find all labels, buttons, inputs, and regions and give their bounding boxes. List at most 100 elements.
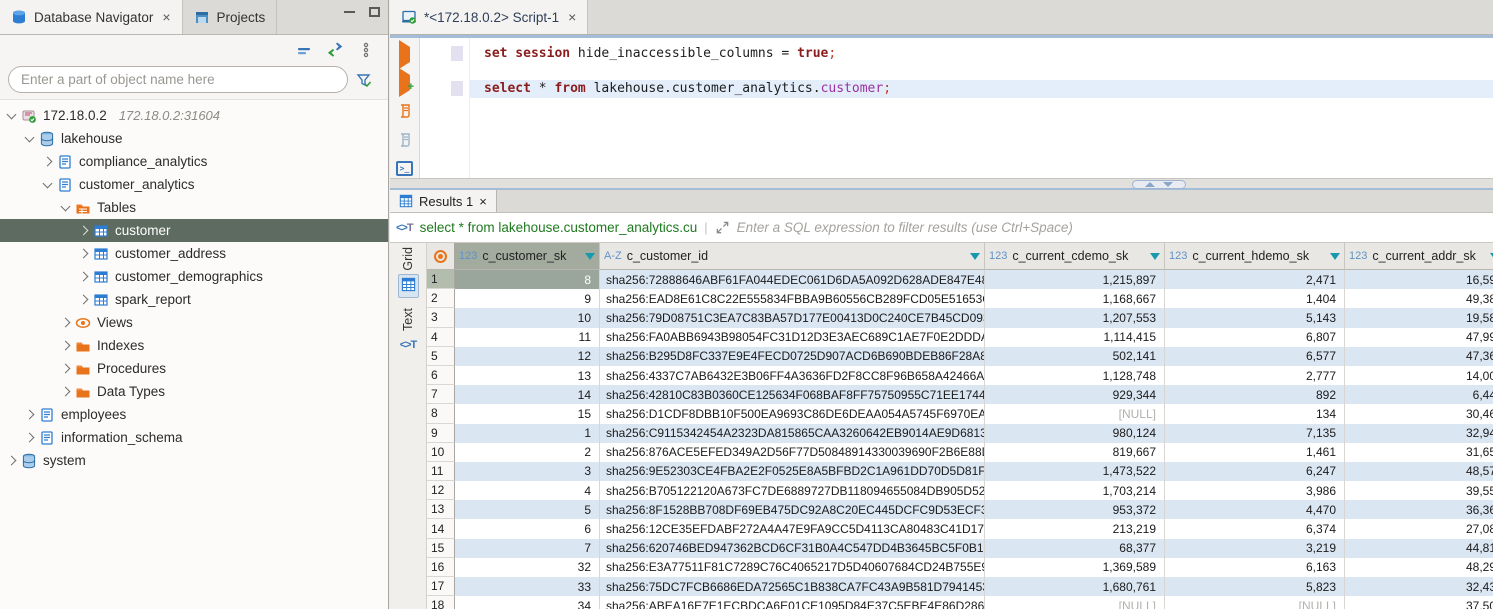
sql-code-area[interactable]: set session hide_inaccessible_columns = …	[470, 38, 1493, 178]
cell-c_customer_id[interactable]: sha256:ABEA16E7E1ECBDCA6E01CE1095D84E37C…	[600, 596, 985, 609]
cell-c_customer_sk[interactable]: 14	[455, 385, 600, 404]
cell-c_current_addr_sk[interactable]: 37,50	[1345, 596, 1493, 609]
cell-c_current_hdemo_sk[interactable]: 4,470	[1165, 500, 1345, 519]
tree-item-172-18-0-2[interactable]: 172.18.0.2172.18.0.2:31604	[0, 104, 388, 127]
results-filter-input[interactable]: Enter a SQL expression to filter results…	[737, 220, 1073, 235]
tab-results-1[interactable]: Results 1 ×	[390, 190, 497, 212]
cell-c_customer_id[interactable]: sha256:8F1528BB708DF69EB475DC92A8C20EC44…	[600, 500, 985, 519]
row-number[interactable]: 6	[427, 366, 455, 385]
cell-c_customer_sk[interactable]: 13	[455, 366, 600, 385]
cell-c_current_hdemo_sk[interactable]: 6,807	[1165, 328, 1345, 347]
cell-c_current_hdemo_sk[interactable]: [NULL]	[1165, 596, 1345, 609]
collapse-all-icon[interactable]	[296, 42, 312, 58]
expand-filter-icon[interactable]	[715, 220, 730, 235]
chevron-right-icon[interactable]	[61, 318, 71, 328]
cell-c_current_addr_sk[interactable]: 48,57	[1345, 462, 1493, 481]
object-filter-input[interactable]	[8, 66, 348, 93]
row-number[interactable]: 7	[427, 385, 455, 404]
chevron-right-icon[interactable]	[7, 456, 17, 466]
cell-c_current_cdemo_sk[interactable]: 929,344	[985, 385, 1165, 404]
cell-c_customer_sk[interactable]: 9	[455, 289, 600, 308]
chevron-right-icon[interactable]	[79, 249, 89, 259]
chevron-down-icon[interactable]	[61, 201, 71, 211]
collapse-up-icon[interactable]	[1145, 182, 1155, 187]
cell-c_current_hdemo_sk[interactable]: 6,577	[1165, 347, 1345, 366]
cell-c_current_hdemo_sk[interactable]: 2,471	[1165, 270, 1345, 289]
cell-c_current_cdemo_sk[interactable]: 1,369,589	[985, 558, 1165, 577]
cell-c_current_addr_sk[interactable]: 32,94	[1345, 424, 1493, 443]
cell-c_customer_sk[interactable]: 6	[455, 519, 600, 538]
cell-c_current_hdemo_sk[interactable]: 3,219	[1165, 539, 1345, 558]
cell-c_current_cdemo_sk[interactable]: 1,128,748	[985, 366, 1165, 385]
row-number[interactable]: 17	[427, 577, 455, 596]
tree-item-indexes[interactable]: Indexes	[0, 334, 388, 357]
cell-c_customer_sk[interactable]: 32	[455, 558, 600, 577]
cell-c_customer_id[interactable]: sha256:C9115342454A2323DA815865CAA326064…	[600, 424, 985, 443]
chevron-right-icon[interactable]	[79, 226, 89, 236]
cell-c_current_cdemo_sk[interactable]: [NULL]	[985, 596, 1165, 609]
sql-line-1[interactable]: set session hide_inaccessible_columns = …	[470, 45, 1493, 63]
close-icon[interactable]: ×	[479, 194, 487, 209]
cell-c_current_hdemo_sk[interactable]: 892	[1165, 385, 1345, 404]
cell-c_current_hdemo_sk[interactable]: 6,374	[1165, 519, 1345, 538]
row-number[interactable]: 8	[427, 404, 455, 423]
row-number[interactable]: 5	[427, 347, 455, 366]
cell-c_customer_id[interactable]: sha256:4337C7AB6432E3B06FF4A3636FD2F8CC8…	[600, 366, 985, 385]
row-number[interactable]: 13	[427, 500, 455, 519]
cell-c_current_addr_sk[interactable]: 19,58	[1345, 308, 1493, 327]
row-number[interactable]: 2	[427, 289, 455, 308]
execute-new-tab-icon[interactable]: +	[399, 75, 410, 90]
sort-dropdown-icon[interactable]	[1330, 253, 1340, 260]
chevron-right-icon[interactable]	[61, 364, 71, 374]
row-number[interactable]: 18	[427, 596, 455, 609]
chevron-right-icon[interactable]	[43, 157, 53, 167]
cell-c_current_cdemo_sk[interactable]: [NULL]	[985, 404, 1165, 423]
cell-c_customer_sk[interactable]: 11	[455, 328, 600, 347]
execute-statement-icon[interactable]	[399, 47, 410, 62]
tree-item-compliance-analytics[interactable]: compliance_analytics	[0, 150, 388, 173]
cell-c_current_addr_sk[interactable]: 14,00	[1345, 366, 1493, 385]
cell-c_current_cdemo_sk[interactable]: 213,219	[985, 519, 1165, 538]
maximize-icon[interactable]	[369, 7, 380, 17]
chevron-down-icon[interactable]	[43, 178, 53, 188]
tree-item-data-types[interactable]: Data Types	[0, 380, 388, 403]
tree-item-customer-analytics[interactable]: customer_analytics	[0, 173, 388, 196]
cell-c_customer_sk[interactable]: 33	[455, 577, 600, 596]
cell-c_current_addr_sk[interactable]: 16,59	[1345, 270, 1493, 289]
cell-c_customer_id[interactable]: sha256:75DC7FCB6686EDA72565C1B838CA7FC43…	[600, 577, 985, 596]
minimize-icon[interactable]	[344, 11, 355, 14]
row-number[interactable]: 16	[427, 558, 455, 577]
tree-item-employees[interactable]: employees	[0, 403, 388, 426]
select-all-corner[interactable]	[427, 243, 455, 270]
tree-item-information-schema[interactable]: information_schema	[0, 426, 388, 449]
cell-c_current_addr_sk[interactable]: 44,81	[1345, 539, 1493, 558]
cell-c_customer_id[interactable]: sha256:D1CDF8DBB10F500EA9693C86DE6DEAA05…	[600, 404, 985, 423]
cell-c_customer_sk[interactable]: 4	[455, 481, 600, 500]
row-number[interactable]: 3	[427, 308, 455, 327]
cell-c_customer_sk[interactable]: 7	[455, 539, 600, 558]
cell-c_customer_id[interactable]: sha256:72888646ABF61FA044EDEC061D6DA5A09…	[600, 270, 985, 289]
tab-text-view[interactable]: Text <>T	[398, 308, 419, 353]
row-number[interactable]: 1	[427, 270, 455, 289]
cell-c_customer_id[interactable]: sha256:EAD8E61C8C22E555834FBBA9B60556CB2…	[600, 289, 985, 308]
column-header-c_current_addr_sk[interactable]: 123c_current_addr_sk	[1345, 243, 1493, 270]
column-header-c_customer_sk[interactable]: 123c_customer_sk	[455, 243, 600, 270]
cell-c_current_cdemo_sk[interactable]: 1,168,667	[985, 289, 1165, 308]
column-header-c_current_cdemo_sk[interactable]: 123c_current_cdemo_sk	[985, 243, 1165, 270]
row-number[interactable]: 11	[427, 462, 455, 481]
cell-c_current_addr_sk[interactable]: 27,08	[1345, 519, 1493, 538]
cell-c_customer_id[interactable]: sha256:620746BED947362BCD6CF31B0A4C547DD…	[600, 539, 985, 558]
cell-c_customer_id[interactable]: sha256:FA0ABB6943B98054FC31D12D3E3AEC689…	[600, 328, 985, 347]
chevron-down-icon[interactable]	[25, 132, 35, 142]
row-number[interactable]: 14	[427, 519, 455, 538]
cell-c_current_addr_sk[interactable]: 31,65	[1345, 443, 1493, 462]
cell-c_current_cdemo_sk[interactable]: 68,377	[985, 539, 1165, 558]
close-icon[interactable]: ×	[162, 9, 170, 25]
tree-item-customer[interactable]: customer	[0, 219, 388, 242]
cell-c_current_hdemo_sk[interactable]: 6,247	[1165, 462, 1345, 481]
cell-c_customer_sk[interactable]: 2	[455, 443, 600, 462]
tree-item-customer-demographics[interactable]: customer_demographics	[0, 265, 388, 288]
editor-results-splitter[interactable]	[390, 178, 1493, 190]
cell-c_customer_id[interactable]: sha256:79D08751C3EA7C83BA57D177E00413D0C…	[600, 308, 985, 327]
cell-c_current_hdemo_sk[interactable]: 1,461	[1165, 443, 1345, 462]
